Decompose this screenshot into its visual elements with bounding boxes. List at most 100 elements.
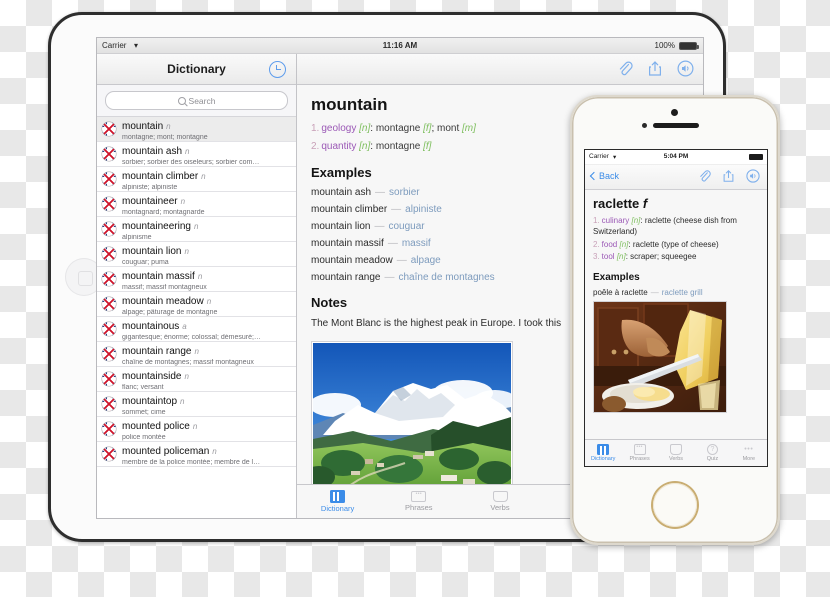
word-list-item[interactable]: mountainside n flanc; versant [97,367,296,392]
word-list-item[interactable]: mountaineering n alpinisme [97,217,296,242]
word-list-item[interactable]: mounted policeman n membre de la police mo… [97,442,296,467]
word-term: mountain n [122,120,171,132]
tab-phrases[interactable]: Phrases [378,485,459,518]
tab-dictionary[interactable]: Dictionary [297,485,378,518]
example-source: mountain lion [311,221,371,232]
word-text: mountaintop n sommet; cime [122,391,290,417]
search-placeholder: Search [188,95,216,106]
word-translation: membre de la police montée; membre de l… [122,458,261,466]
example-dash: — [387,238,398,249]
back-button[interactable]: Back [589,171,619,181]
ipad-status-bar: Carrier ▾ 11:16 AM 100% [97,38,703,54]
word-list-item[interactable]: mountainous a gigantesque; énorme; colossa… [97,317,296,342]
speaker-icon[interactable] [746,169,760,188]
word-list-item[interactable]: mounted police n police montée [97,417,296,442]
example-target: alpiniste [405,204,442,215]
book-icon [597,444,610,455]
search-input[interactable]: Search [105,91,288,110]
word-term: mountain massif n [122,270,203,282]
iphone-screen: Carrier ▾ 5:04 PM Back raclette f 1. cul… [584,149,768,467]
example-dash: — [384,272,395,283]
paperclip-icon[interactable] [698,169,711,188]
speaker-icon[interactable] [677,60,694,77]
sense-list: 1. culinary [n]: raclette (cheese dish fr… [593,216,759,263]
iphone-tab-bar[interactable]: Dictionary Phrases Verbs Quiz More [585,439,767,466]
sense-grammar: [n] [359,123,371,134]
word-list-item[interactable]: mountaineer n montagnard; montagnarde [97,192,296,217]
word-list[interactable]: mountain n montagne; mont; montagne mountai… [97,117,296,518]
mont-blanc-photo[interactable] [311,340,513,484]
history-clock-icon[interactable] [269,61,286,78]
example-target: chaîne de montagnes [398,272,495,283]
word-term: mountaineer n [122,195,186,207]
word-text: mounted policeman n membre de la police mo… [122,441,290,467]
word-list-item[interactable]: mountain massif n massif; massif montagneu… [97,267,296,292]
headword-gender: f [642,196,648,211]
front-camera-icon [671,109,678,116]
word-list-item[interactable]: mountain range n chaîne de montagnes; mass… [97,342,296,367]
part-of-speech: n [212,446,217,456]
tab-label: Verbs [490,503,510,512]
iphone-top-bezel [572,97,778,149]
sense-category[interactable]: quantity [321,141,356,152]
tab-label: Dictionary [320,504,355,513]
word-list-item[interactable]: mountain lion n couguar; puma [97,242,296,267]
tab-dictionary[interactable]: Dictionary [585,440,621,466]
example-source: mountain massif [311,238,384,249]
word-list-item[interactable]: mountain n montagne; mont; montagne [97,117,296,142]
part-of-speech: n [206,296,212,306]
part-of-speech: n [194,346,199,356]
iphone-home-button[interactable] [653,483,697,527]
status-time: 5:04 PM [663,153,689,160]
word-text: mountain ash n sorbier; sorbier des oisele… [122,141,290,167]
example-list: poêle à raclette — raclette grill [593,288,759,297]
uk-flag-icon [102,422,116,436]
tab-verbs[interactable]: Verbs [459,485,540,518]
dictionary-sidebar: Dictionary Search mountain n montagne; mon… [97,54,297,518]
uk-flag-icon [102,197,116,211]
sense-category[interactable]: geology [321,123,356,134]
sense-category[interactable]: culinary [602,216,630,225]
tab-more[interactable]: More [731,440,767,466]
example-dash: — [375,187,386,198]
sense-category[interactable]: food [602,240,618,249]
example-source: mountain meadow [311,255,393,266]
share-icon[interactable] [722,169,735,188]
tab-label: Phrases [629,456,650,462]
word-term: mountaineering n [122,220,199,232]
word-text: mountain climber n alpiniste; alpiniste [122,166,290,192]
sense-translation: scraper; squeegee [630,252,697,262]
example-item[interactable]: poêle à raclette — raclette grill [593,288,759,297]
iphone-entry-area[interactable]: raclette f 1. culinary [n]: raclette (che… [585,190,767,439]
example-target: couguar [388,221,425,232]
search-icon [177,96,186,105]
iphone-status-bar: Carrier ▾ 5:04 PM [585,150,767,165]
word-list-item[interactable]: mountain ash n sorbier; sorbier des oisele… [97,142,296,167]
sense-item: 3. tool [n]: scraper; squeegee [593,252,697,262]
sense-gender-alt: [m] [462,123,476,134]
sense-number: 1. [593,216,600,225]
sense-category[interactable]: tool [602,252,615,261]
tab-quiz[interactable]: Quiz [694,440,730,466]
tab-phrases[interactable]: Phrases [621,440,657,466]
sense-gender: [f] [423,123,432,134]
raclette-photo[interactable] [593,301,727,414]
detail-nav-bar [297,54,703,85]
example-target: sorbier [389,187,420,198]
chevron-left-icon [589,171,599,181]
word-list-item[interactable]: mountain meadow n alpage; pâturage de mont… [97,292,296,317]
card-icon [492,491,508,502]
word-term: mountaintop n [122,395,185,407]
speech-bubble-icon [411,491,427,502]
tab-verbs[interactable]: Verbs [658,440,694,466]
word-term: mountain lion n [122,245,189,257]
example-target: raclette grill [661,288,703,298]
paperclip-icon[interactable] [617,60,633,77]
word-term: mounted policeman n [122,445,217,457]
word-list-item[interactable]: mountaintop n sommet; cime [97,392,296,417]
share-icon[interactable] [647,60,663,77]
sense-number: 3. [593,252,600,262]
word-list-item[interactable]: mountain climber n alpiniste; alpiniste [97,167,296,192]
word-text: mountain range n chaîne de montagnes; mass… [122,341,290,367]
word-term: mountainside n [122,370,189,382]
